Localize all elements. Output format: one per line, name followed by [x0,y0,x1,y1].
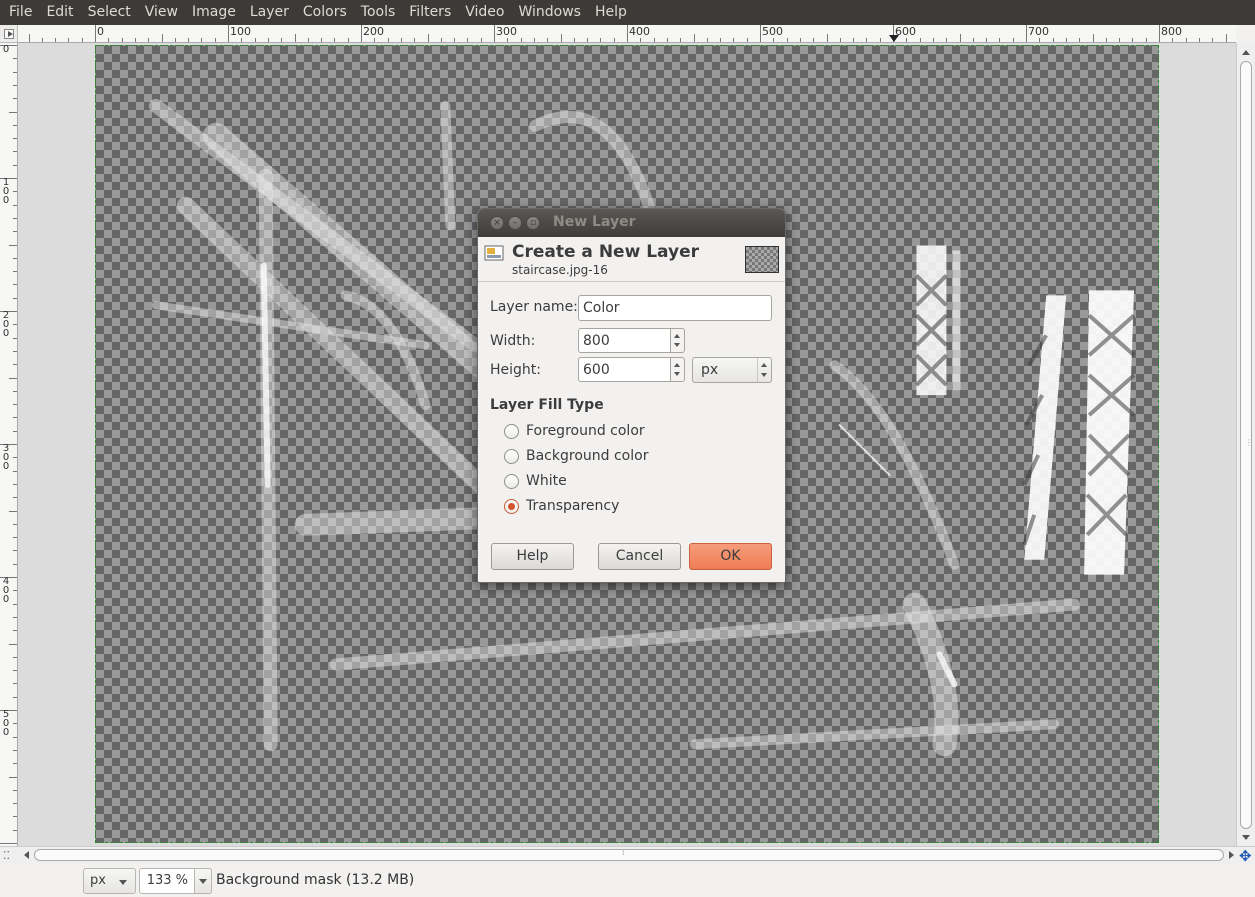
grip-icon: ⁞ [622,848,625,857]
zoom-input[interactable]: 133 % [139,868,195,894]
unit-spinner[interactable] [757,358,771,382]
scroll-down-icon[interactable] [1242,835,1250,840]
ruler-label: 300 [2,443,10,472]
ruler-label: 200 [2,310,10,339]
width-label: Width: [490,333,536,349]
ruler-label: 100 [230,25,251,38]
new-layer-dialog: × – ▫ New Layer Create a New Layer stair… [477,208,786,583]
scroll-left-icon[interactable] [24,851,29,859]
increment-icon[interactable] [761,363,767,367]
menu-filters[interactable]: Filters [402,0,458,25]
menu-help[interactable]: Help [588,0,634,25]
radio-button-selected[interactable] [504,498,519,514]
menu-tools[interactable]: Tools [354,0,403,25]
fill-option-label: Background color [526,448,649,464]
ok-button[interactable]: OK [689,543,772,570]
window-highlight-right [1024,290,1135,575]
unit-select[interactable]: px [83,868,136,894]
height-label: Height: [490,362,541,378]
minimize-icon[interactable]: – [508,216,522,230]
layer-name-label: Layer name: [490,299,578,315]
menu-image[interactable]: Image [185,0,243,25]
radio-button[interactable] [504,448,519,464]
menu-video[interactable]: Video [458,0,511,25]
menubar: File Edit Select View Image Layer Colors… [0,0,1255,25]
dialog-title: New Layer [553,214,636,230]
width-spinner[interactable] [671,328,685,353]
horizontal-scrollbar[interactable]: ⁞ [22,848,1236,862]
decrement-icon[interactable] [674,343,680,347]
chevron-down-icon [119,880,127,885]
height-input[interactable] [578,357,671,382]
new-layer-icon [484,245,504,261]
ruler-label: 400 [2,576,10,605]
image-thumbnail [745,246,779,273]
ruler-label: 400 [629,25,650,38]
increment-icon[interactable] [674,334,680,338]
radio-button[interactable] [504,473,519,489]
ruler-label: 700 [1028,25,1049,38]
arrow-icon [4,29,14,39]
radio-button[interactable] [504,423,519,439]
fill-type-heading: Layer Fill Type [490,397,604,413]
image-name: staircase.jpg-16 [512,263,608,277]
decrement-icon[interactable] [761,373,767,377]
increment-icon[interactable] [674,363,680,367]
horizontal-ruler[interactable]: 0 100 200 300 400 500 600 700 800 [18,25,1236,43]
zoom-dropdown-button[interactable] [195,868,212,894]
fill-option-label: Foreground color [526,423,645,439]
ruler-label: 800 [1161,25,1182,38]
fill-option-transparency[interactable]: Transparency [504,496,619,516]
scroll-right-icon[interactable] [1229,851,1234,859]
height-spinner[interactable] [671,357,685,382]
horizontal-scroll-thumb[interactable] [34,849,1224,861]
ruler-label: 0 [2,44,10,55]
divider [478,281,785,282]
menu-edit[interactable]: Edit [39,0,80,25]
close-icon[interactable]: × [490,216,504,230]
size-unit-value: px [701,362,719,378]
pointer-position-marker [889,35,899,42]
ruler-label: 300 [496,25,517,38]
scroll-up-icon[interactable] [1242,50,1250,55]
horizontal-scroll-row: ⁚⁚ ⁞ ✥ [0,846,1255,865]
cancel-button[interactable]: Cancel [598,543,681,570]
menu-file[interactable]: File [2,0,39,25]
ruler-label: 500 [762,25,783,38]
fill-option-background[interactable]: Background color [504,446,648,466]
unit-value: px [90,873,106,888]
statusbar: px 133 % Background mask (13.2 MB) [0,864,1255,897]
navigate-icon[interactable]: ✥ [1239,847,1252,865]
grip-icon: ⋮ [1245,438,1253,447]
menu-layer[interactable]: Layer [243,0,296,25]
size-unit-select[interactable]: px [692,357,772,383]
menu-view[interactable]: View [138,0,185,25]
menu-colors[interactable]: Colors [296,0,354,25]
ruler-label: 0 [97,25,104,38]
layer-name-input[interactable] [578,295,772,321]
fill-option-white[interactable]: White [504,471,567,491]
fill-option-foreground[interactable]: Foreground color [504,421,645,441]
ruler-label: 200 [363,25,384,38]
vertical-scrollbar[interactable]: ⋮ [1236,43,1255,846]
fill-option-label: White [526,473,567,489]
maximize-icon[interactable]: ▫ [526,216,540,230]
width-input[interactable] [578,328,671,353]
decrement-icon[interactable] [674,372,680,376]
dialog-heading: Create a New Layer [512,242,699,262]
menu-select[interactable]: Select [81,0,138,25]
dialog-titlebar[interactable]: × – ▫ New Layer [478,209,785,237]
ruler-label: 500 [2,709,10,738]
fill-option-label: Transparency [526,498,620,514]
help-button[interactable]: Help [491,543,574,570]
vertical-ruler[interactable]: 0 100 200 300 400 500 [0,43,18,846]
zoom-follow-icon[interactable]: ⁚⁚ [3,849,10,862]
quick-mask-toggle[interactable] [0,25,18,43]
status-message: Background mask (13.2 MB) [216,872,415,888]
ruler-label: 100 [2,177,10,206]
menu-windows[interactable]: Windows [511,0,588,25]
